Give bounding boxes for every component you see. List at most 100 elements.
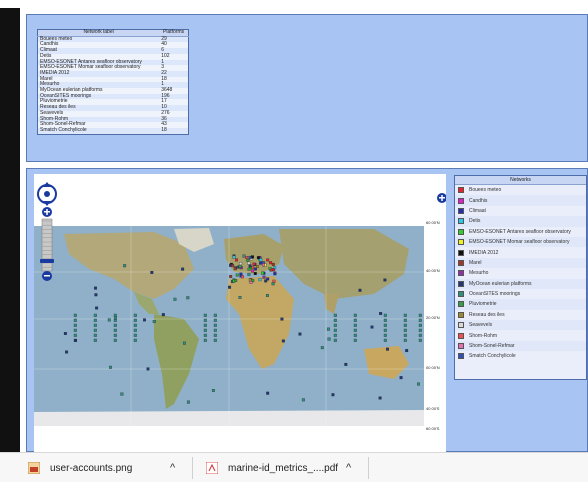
platform-marker	[73, 323, 77, 327]
download-options-caret[interactable]: ^	[346, 453, 351, 483]
platform-marker	[245, 256, 248, 259]
platform-marker	[228, 285, 232, 289]
platform-marker	[150, 270, 154, 274]
platform-marker	[418, 313, 422, 317]
platform-marker	[333, 323, 337, 327]
platform-marker	[403, 328, 407, 332]
platform-marker	[109, 365, 112, 369]
left-dark-sidebar	[0, 8, 20, 452]
platform-marker	[358, 288, 362, 292]
platform-marker	[152, 320, 156, 324]
platform-marker	[273, 272, 277, 276]
legend-label: Shom-Sonel-Refmar	[469, 343, 515, 350]
platform-marker	[353, 338, 357, 342]
platform-marker	[203, 328, 207, 332]
platform-marker	[247, 272, 251, 276]
latitude-label: 60 00'N	[426, 220, 440, 225]
platform-marker	[418, 338, 422, 342]
platform-marker	[203, 333, 207, 337]
platform-marker	[213, 318, 217, 322]
download-item-png[interactable]: user-accounts.png	[28, 453, 132, 483]
zoom-out-icon[interactable]	[42, 271, 52, 281]
platform-marker	[261, 271, 265, 275]
platform-marker	[246, 258, 250, 262]
platform-marker	[418, 323, 422, 327]
platform-marker	[232, 255, 236, 259]
legend-swatch	[458, 259, 464, 266]
networks-legend: Networks Bouees meteo Candhis Climaat Detis…	[454, 175, 587, 380]
latitude-label: 40 00'S	[426, 406, 440, 411]
platform-marker	[259, 258, 263, 262]
legend-label: Detis	[469, 218, 481, 225]
legend-swatch	[458, 218, 464, 225]
platform-marker	[114, 316, 117, 320]
platform-marker	[73, 313, 77, 317]
legend-swatch	[458, 280, 464, 287]
map-panel: 60 00'N 40 00'N 20 00'N 00 00'N 40 00'S 60 00…	[26, 168, 588, 453]
legend-label: EMSO-ESONET Momar seafloor observatory	[469, 239, 570, 246]
platform-marker	[133, 328, 137, 332]
world-map[interactable]: 60 00'N 40 00'N 20 00'N 00 00'N 40 00'S 60 00…	[34, 174, 446, 453]
zoom-in-icon[interactable]	[42, 207, 52, 217]
platform-marker	[333, 333, 337, 337]
platform-marker	[272, 268, 275, 272]
latitude-label: 20 00'N	[426, 315, 440, 320]
platform-marker	[203, 318, 207, 322]
platform-marker	[383, 323, 387, 327]
platform-marker	[403, 338, 407, 342]
platform-marker	[266, 391, 270, 395]
legend-swatch	[458, 270, 464, 277]
download-options-caret[interactable]: ^	[170, 453, 175, 483]
platform-marker	[133, 318, 137, 322]
platform-marker	[248, 255, 252, 259]
platform-marker	[143, 318, 146, 322]
legend-item: Shom-Sonel-Refmar	[455, 340, 586, 352]
platform-marker	[327, 327, 331, 331]
legend-swatch	[458, 301, 464, 308]
zoom-slider-track	[41, 218, 53, 272]
platform-marker	[63, 332, 67, 335]
legend-swatch	[458, 249, 464, 256]
platform-marker	[113, 328, 117, 332]
platform-marker	[259, 261, 262, 265]
download-filename: marine-id_metrics_....pdf	[228, 462, 339, 474]
platform-marker	[181, 267, 185, 271]
legend-label: IMEDIA 2012	[469, 249, 499, 256]
platform-marker	[333, 338, 337, 342]
download-item-pdf[interactable]: marine-id_metrics_....pdf	[206, 453, 338, 483]
platform-marker	[383, 278, 387, 282]
platform-marker	[203, 323, 207, 327]
legend-item: Pluviometrie	[455, 299, 586, 310]
platform-marker	[353, 333, 357, 337]
platform-marker	[233, 267, 237, 271]
platform-marker	[238, 296, 242, 299]
platform-marker	[93, 328, 97, 332]
legend-item: Marel	[455, 257, 586, 269]
platform-marker	[93, 313, 97, 317]
zoom-slider-handle[interactable]	[40, 259, 54, 263]
platform-marker	[229, 275, 233, 278]
legend-label: Shom-Rohm	[469, 332, 498, 339]
platform-marker	[73, 333, 77, 337]
platform-marker	[269, 261, 273, 265]
platform-marker	[253, 272, 257, 276]
platform-marker	[249, 280, 253, 284]
legend-item: EMSO-ESONET Antares seafloor observatory	[455, 227, 586, 237]
platform-marker	[238, 264, 242, 268]
legend-label: Pluviometrie	[469, 301, 497, 308]
platform-marker	[353, 318, 357, 322]
platform-marker	[213, 323, 217, 327]
legend-swatch	[458, 207, 464, 214]
platform-marker	[133, 333, 137, 337]
legend-swatch	[458, 228, 464, 235]
legend-label: Smatch Conchylicole	[469, 353, 516, 360]
platform-marker	[333, 313, 337, 317]
platform-marker	[405, 349, 409, 353]
platform-marker	[161, 313, 165, 317]
legend-item: Shom-Rohm	[455, 330, 586, 340]
legend-label: OceanSITES moorings	[469, 291, 521, 298]
platform-marker	[247, 267, 251, 271]
platform-marker	[272, 279, 276, 283]
platform-marker	[248, 264, 252, 268]
platform-marker	[379, 312, 383, 315]
